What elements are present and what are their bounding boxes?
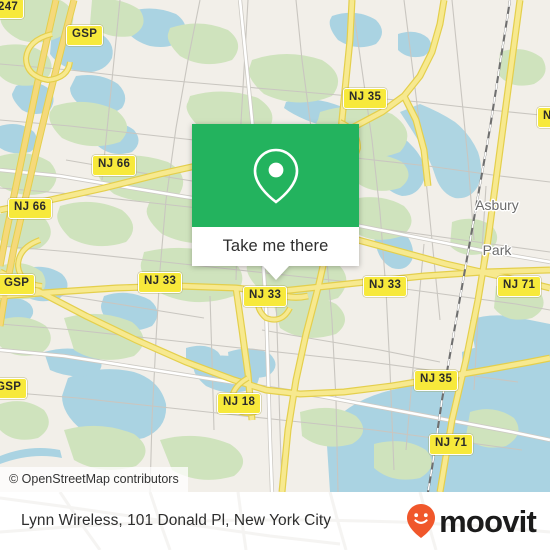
take-me-there-label: Take me there <box>222 237 329 255</box>
place-label-line1: Asbury <box>475 197 519 213</box>
shield-nj35-lower[interactable]: NJ 35 <box>414 370 459 391</box>
shield-gsp-top[interactable]: GSP <box>66 25 104 46</box>
moovit-logo[interactable]: moovit <box>406 503 537 539</box>
shield-nj35-top[interactable]: NJ 35 <box>343 88 388 109</box>
callout-pin-panel <box>192 124 359 227</box>
shield-247-corner[interactable]: 247 <box>0 0 25 19</box>
moovit-map-screenshot: Asbury Park 247 GSP NJ 35 N NJ 66 NJ 66 … <box>0 0 550 550</box>
shield-nj66-left[interactable]: NJ 66 <box>8 198 53 219</box>
shield-nj71-bottom[interactable]: NJ 71 <box>429 434 474 455</box>
moovit-pin-smiley-icon <box>407 504 436 538</box>
callout-action-panel[interactable]: Take me there <box>192 227 359 266</box>
footer-bar: Lynn Wireless, 101 Donald Pl, New York C… <box>0 492 550 550</box>
take-me-there-callout[interactable]: Take me there <box>192 124 359 280</box>
place-label-line2: Park <box>482 242 512 258</box>
osm-attribution[interactable]: © OpenStreetMap contributors <box>0 467 188 492</box>
shield-gsp-mid[interactable]: GSP <box>0 274 36 295</box>
map-pin-icon <box>253 148 298 204</box>
place-label-asbury-park: Asbury Park <box>455 168 539 288</box>
shield-nj71-right[interactable]: NJ 71 <box>497 276 542 297</box>
shield-gsp-lower[interactable]: GSP <box>0 378 28 399</box>
location-address: Lynn Wireless, 101 Donald Pl, New York C… <box>21 512 331 529</box>
shield-nj18[interactable]: NJ 18 <box>217 393 262 414</box>
shield-nj66-upper[interactable]: NJ 66 <box>92 155 137 176</box>
map-canvas[interactable]: Asbury Park 247 GSP NJ 35 N NJ 66 NJ 66 … <box>0 0 550 492</box>
callout-tail <box>262 266 289 280</box>
shield-nj33-left[interactable]: NJ 33 <box>138 272 183 293</box>
shield-partial-right[interactable]: N <box>537 107 550 128</box>
shield-nj33-center[interactable]: NJ 33 <box>243 286 288 307</box>
moovit-wordmark: moovit <box>439 503 537 539</box>
shield-nj33-right[interactable]: NJ 33 <box>363 276 408 297</box>
